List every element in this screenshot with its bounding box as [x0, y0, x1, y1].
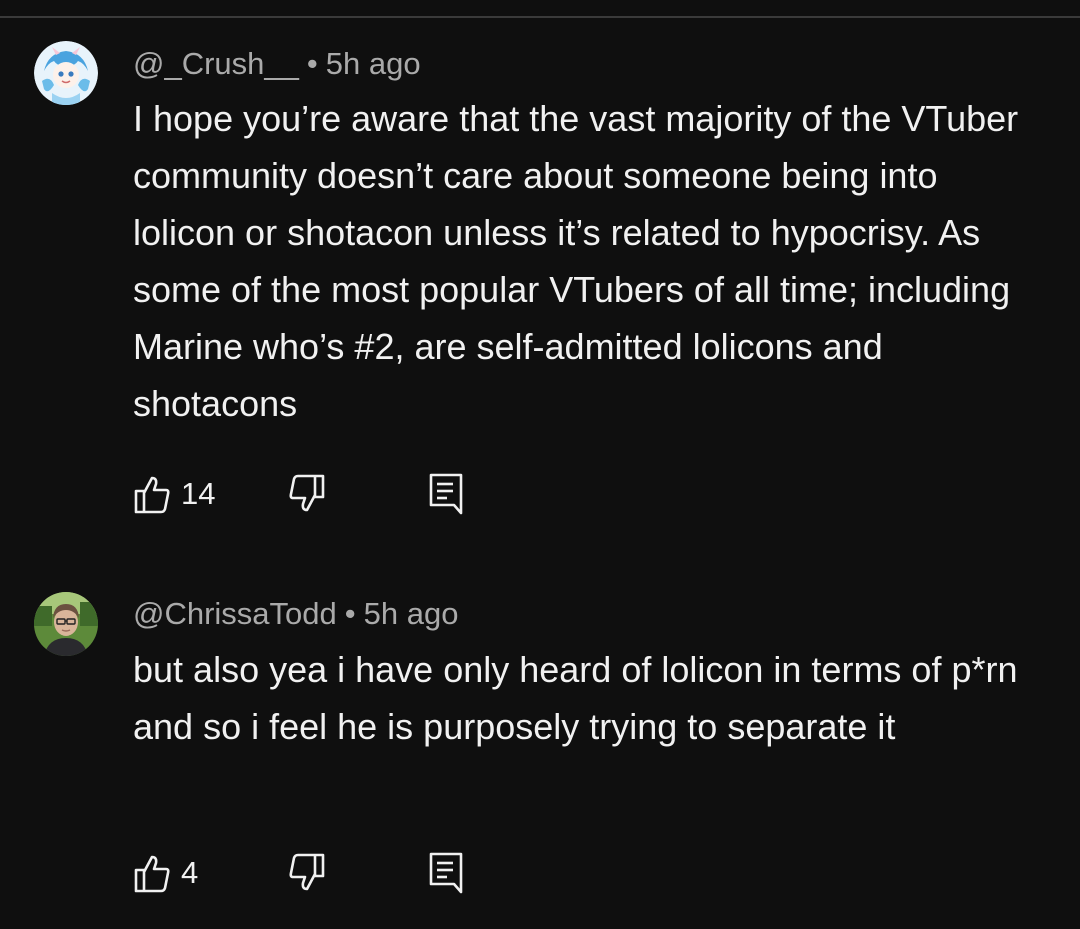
thumbs-down-icon [289, 853, 325, 891]
reply-comment-icon [429, 473, 463, 515]
meta-separator: • [344, 596, 356, 631]
avatar[interactable] [34, 592, 98, 656]
dislike-button[interactable] [288, 472, 326, 516]
anime-character-avatar-icon [34, 41, 98, 105]
reply-comment-icon [429, 852, 463, 894]
thumbs-down-icon [289, 474, 325, 512]
comment-timestamp[interactable]: 5h ago [364, 596, 459, 631]
meta-separator: • [306, 46, 318, 81]
comment-meta: @_Crush__ • 5h ago [133, 46, 421, 82]
like-button[interactable]: 14 [133, 472, 215, 516]
comment-meta: @ChrissaTodd • 5h ago [133, 596, 458, 632]
thumbs-up-icon [134, 476, 170, 514]
like-count: 4 [181, 855, 199, 890]
dislike-button[interactable] [288, 851, 326, 895]
like-count: 14 [181, 476, 216, 511]
comment-author-handle[interactable]: @_Crush__ [133, 46, 299, 81]
like-button[interactable]: 4 [133, 851, 198, 895]
comment-text: but also yea i have only heard of lolico… [133, 649, 1018, 747]
comment-author-handle[interactable]: @ChrissaTodd [133, 596, 337, 631]
top-divider [0, 16, 1080, 18]
reply-button[interactable] [429, 472, 463, 516]
person-photo-avatar-icon [34, 592, 98, 656]
comment-timestamp[interactable]: 5h ago [326, 46, 421, 81]
reply-button[interactable] [429, 851, 463, 895]
avatar[interactable] [34, 41, 98, 105]
comment-text: I hope you’re aware that the vast majori… [133, 98, 1019, 424]
thumbs-up-icon [134, 855, 170, 893]
